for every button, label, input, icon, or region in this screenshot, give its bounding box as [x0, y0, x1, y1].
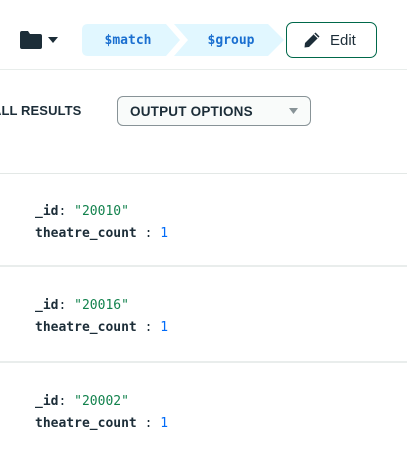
- document-field-id: _id: "20016": [35, 298, 129, 313]
- field-value: 1: [160, 320, 169, 335]
- field-key: theatre_count: [35, 226, 137, 241]
- all-results-text: ALL RESULTS: [0, 103, 82, 118]
- document-card[interactable]: _id: "20002" theatre_count : 1: [0, 364, 407, 452]
- pencil-icon: [304, 32, 320, 48]
- document-field-theatre-count: theatre_count : 1: [35, 416, 169, 431]
- pipeline-toolbar: $match $group Edit: [0, 0, 407, 70]
- stage-group[interactable]: $group: [174, 24, 284, 56]
- divider: [0, 265, 407, 267]
- field-key: theatre_count: [35, 416, 137, 431]
- divider: [0, 361, 407, 363]
- pipeline-results-panel: $match $group Edit ALL RESULTS OUTPUT OP…: [0, 0, 407, 452]
- document-field-id: _id: "20010": [35, 204, 129, 219]
- document-field-id: _id: "20002": [35, 394, 129, 409]
- stage-match[interactable]: $match: [82, 24, 180, 56]
- document-field-theatre-count: theatre_count : 1: [35, 226, 169, 241]
- document-field-theatre-count: theatre_count : 1: [35, 320, 169, 335]
- edit-button-label: Edit: [330, 31, 356, 49]
- output-options-dropdown[interactable]: OUTPUT OPTIONS: [117, 96, 311, 126]
- field-value: "20010": [74, 204, 129, 219]
- field-key: _id: [35, 204, 59, 219]
- field-value: "20002": [74, 394, 129, 409]
- field-key: theatre_count: [35, 320, 137, 335]
- edit-button[interactable]: Edit: [286, 22, 377, 58]
- output-options-label: OUTPUT OPTIONS: [130, 103, 253, 119]
- saved-pipelines-button[interactable]: [20, 31, 62, 49]
- folder-icon: [20, 31, 42, 49]
- field-value: 1: [160, 226, 169, 241]
- stage-match-label: $match: [104, 32, 152, 48]
- caret-down-icon: [289, 108, 298, 114]
- field-key: _id: [35, 298, 59, 313]
- stage-group-label: $group: [207, 32, 255, 48]
- document-card[interactable]: _id: "20010" theatre_count : 1: [0, 174, 407, 262]
- document-card[interactable]: _id: "20016" theatre_count : 1: [0, 268, 407, 356]
- all-results-label: ALL RESULTS: [0, 103, 110, 118]
- field-key: _id: [35, 394, 59, 409]
- caret-down-icon: [48, 37, 58, 43]
- field-value: "20016": [74, 298, 129, 313]
- field-value: 1: [160, 416, 169, 431]
